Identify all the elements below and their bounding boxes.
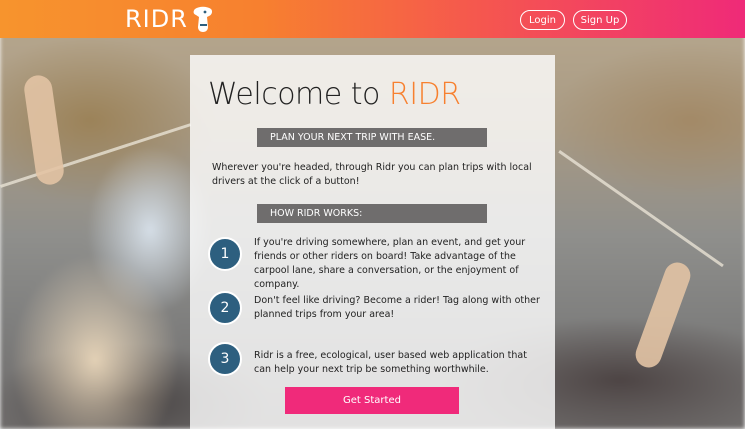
title-brand: RIDR [388, 77, 461, 112]
welcome-panel: Welcome to RIDR PLAN YOUR NEXT TRIP WITH… [190, 55, 555, 429]
login-button[interactable]: Login [520, 10, 565, 30]
get-started-button[interactable]: Get Started [285, 387, 459, 414]
title-prefix: Welcome to [208, 77, 389, 112]
dog-mascot-icon [193, 6, 212, 32]
step-3-number: 3 [208, 342, 242, 376]
step-2-text: Don't feel like driving? Become a rider!… [254, 295, 540, 320]
page-title: Welcome to RIDR [208, 77, 461, 112]
logo-text: RIDR [125, 5, 188, 33]
step-2-number: 2 [208, 291, 242, 325]
intro-text: Wherever you're headed, through Ridr you… [212, 162, 532, 187]
signup-button[interactable]: Sign Up [573, 10, 627, 30]
ridr-logo[interactable]: RIDR [125, 5, 215, 33]
step-3-text: Ridr is a free, ecological, user based w… [254, 350, 527, 375]
top-navigation-bar: RIDR Login Sign Up [0, 0, 745, 38]
plan-section-heading: PLAN YOUR NEXT TRIP WITH EASE. [257, 128, 487, 147]
step-1-number: 1 [208, 237, 242, 271]
how-it-works-heading: HOW RIDR WORKS: [257, 204, 487, 223]
step-1-text: If you're driving somewhere, plan an eve… [254, 237, 526, 290]
